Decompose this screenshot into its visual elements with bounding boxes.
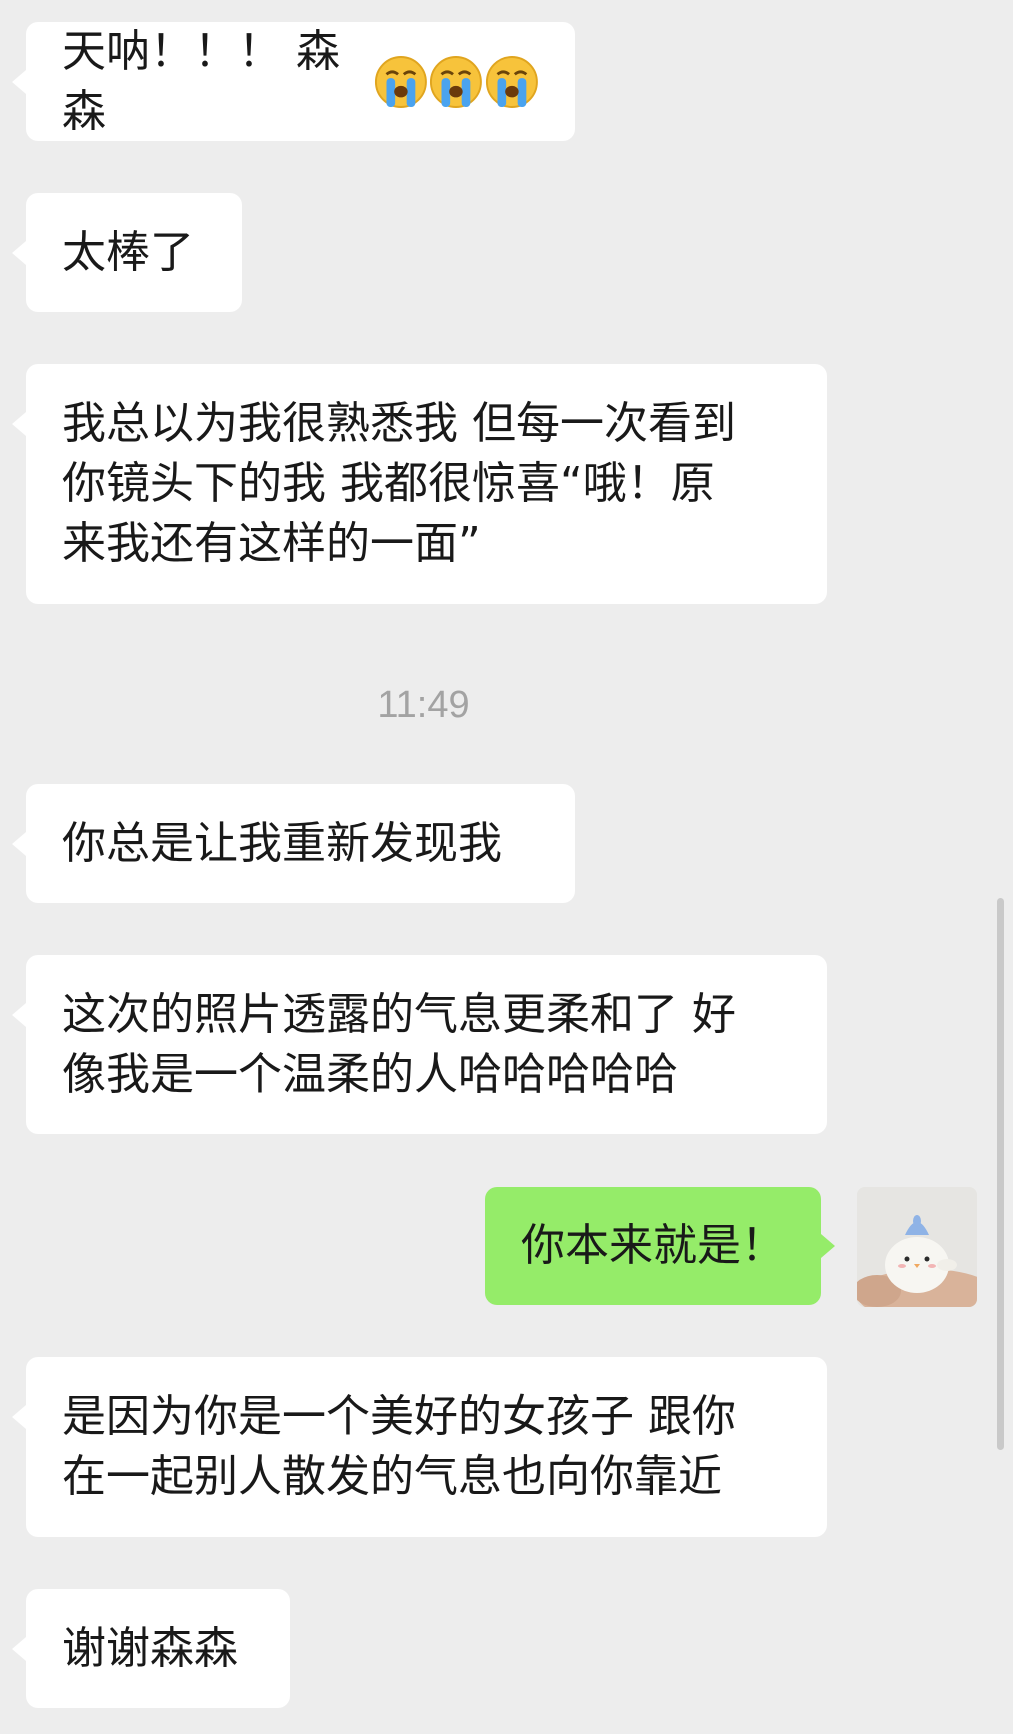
message-text: 谢谢森森: [62, 1622, 238, 1674]
scrollbar[interactable]: [997, 898, 1004, 1450]
message-text: 太棒了: [62, 226, 194, 278]
message-text: 我总以为我很熟悉我 但每一次看到 你镜头下的我 我都很惊喜“哦！原 来我还有这样…: [62, 398, 736, 569]
message-text: 你总是让我重新发现我: [62, 817, 502, 869]
plush-toy-avatar-icon: [857, 1187, 977, 1307]
message-bubble-incoming[interactable]: 谢谢森森: [26, 1589, 290, 1708]
chat-timestamp: 11:49: [377, 684, 470, 726]
message-text: 这次的照片透露的气息更柔和了 好 像我是一个温柔的人哈哈哈哈哈: [62, 988, 736, 1100]
message-bubble-incoming[interactable]: 这次的照片透露的气息更柔和了 好 像我是一个温柔的人哈哈哈哈哈: [26, 955, 827, 1134]
loudly-crying-face-icon: [430, 55, 483, 108]
message-text: 天呐！！！ 森森: [62, 25, 340, 137]
loudly-crying-face-icon: [374, 55, 427, 108]
message-bubble-incoming[interactable]: 太棒了: [26, 193, 242, 312]
message-bubble-incoming[interactable]: 天呐！！！ 森森: [26, 22, 575, 141]
message-text: 你本来就是！: [521, 1220, 785, 1271]
message-text: 是因为你是一个美好的女孩子 跟你 在一起别人散发的气息也向你靠近: [62, 1391, 736, 1502]
loudly-crying-face-icon: [486, 55, 539, 108]
message-bubble-incoming[interactable]: 你总是让我重新发现我: [26, 784, 575, 903]
message-bubble-incoming[interactable]: 我总以为我很熟悉我 但每一次看到 你镜头下的我 我都很惊喜“哦！原 来我还有这样…: [26, 364, 827, 604]
message-bubble-outgoing[interactable]: 你本来就是！: [485, 1187, 821, 1305]
message-bubble-incoming[interactable]: 是因为你是一个美好的女孩子 跟你 在一起别人散发的气息也向你靠近: [26, 1357, 827, 1537]
avatar[interactable]: [857, 1187, 977, 1307]
